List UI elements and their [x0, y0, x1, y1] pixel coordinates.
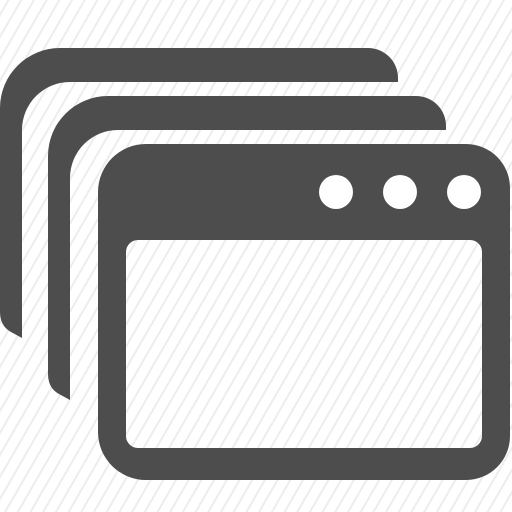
- window-dot-3-icon: [447, 175, 481, 209]
- window-dot-2-icon: [383, 175, 417, 209]
- window-dot-1-icon: [319, 175, 353, 209]
- multiple-windows-icon: [0, 48, 510, 480]
- icon-canvas: [0, 0, 512, 512]
